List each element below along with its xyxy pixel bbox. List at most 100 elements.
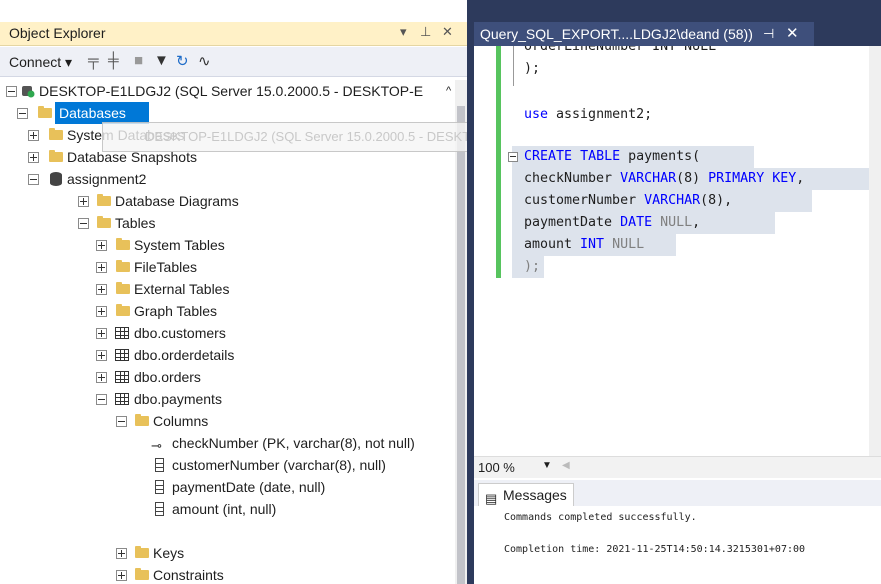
- filter-icon[interactable]: ▼: [154, 52, 169, 69]
- tree-label: dbo.orders: [134, 369, 201, 385]
- object-explorer-panel: Object Explorer ▾ ⊥ ✕ Connect ▾ ╤ ╪ ■ ▼ …: [0, 0, 467, 584]
- tree-node-column-amount[interactable]: amount (int, null): [0, 498, 455, 520]
- expand-icon[interactable]: [28, 152, 39, 163]
- zoom-level[interactable]: 100 %: [478, 460, 515, 475]
- stop-icon[interactable]: ■: [134, 52, 143, 69]
- code-line: orderLineNumber INT NULL: [524, 46, 716, 58]
- pin-icon[interactable]: ⊥: [420, 24, 431, 40]
- expand-icon[interactable]: [78, 196, 89, 207]
- document-tab-bar: Query_SQL_EXPORT....LDGJ2\deand (58)) ⊣ …: [474, 22, 881, 46]
- expand-icon[interactable]: [116, 570, 127, 581]
- tree-node-database-diagrams[interactable]: Database Diagrams: [0, 190, 455, 212]
- scrollbar-thumb[interactable]: [457, 106, 465, 584]
- chevron-down-icon[interactable]: ▾: [400, 24, 407, 40]
- query-tab[interactable]: Query_SQL_EXPORT....LDGJ2\deand (58)) ⊣ …: [474, 22, 814, 46]
- tree-node-graph-tables[interactable]: Graph Tables: [0, 300, 455, 322]
- code-line: checkNumber VARCHAR(8) PRIMARY KEY,: [524, 168, 804, 190]
- close-icon[interactable]: ✕: [786, 22, 799, 46]
- tab-messages[interactable]: ▤ Messages: [478, 483, 574, 506]
- code-line: amount INT NULL: [524, 234, 644, 256]
- table-icon: [115, 327, 129, 339]
- tree-node-dbo-payments[interactable]: dbo.payments: [0, 388, 455, 410]
- folder-icon: [116, 260, 130, 272]
- tree-node-keys[interactable]: Keys: [0, 542, 455, 564]
- expand-icon[interactable]: [96, 306, 107, 317]
- scroll-up-icon[interactable]: ^: [446, 80, 451, 102]
- tree-label: Database Diagrams: [115, 193, 239, 209]
- tree-node-column-checknumber[interactable]: ⊸ checkNumber (PK, varchar(8), not null): [0, 432, 455, 454]
- selection-margin: [474, 46, 496, 456]
- expand-icon[interactable]: [116, 548, 127, 559]
- code-line: paymentDate DATE NULL,: [524, 212, 700, 234]
- tree-node-constraints[interactable]: Constraints: [0, 564, 455, 584]
- close-icon[interactable]: ✕: [442, 24, 453, 40]
- expand-icon[interactable]: [28, 130, 39, 141]
- expand-icon[interactable]: [96, 240, 107, 251]
- database-icon: [50, 172, 62, 186]
- collapse-icon[interactable]: [6, 86, 17, 97]
- collapse-icon[interactable]: [96, 394, 107, 405]
- code-text: orderLineNumber INT NULL: [524, 46, 717, 54]
- tree-node-tables[interactable]: Tables: [0, 212, 455, 234]
- scroll-left-icon[interactable]: ◀: [562, 460, 570, 471]
- tree-label: External Tables: [134, 281, 230, 297]
- activity-monitor-icon[interactable]: ∿: [198, 52, 211, 70]
- chevron-down-icon[interactable]: ▼: [542, 460, 552, 471]
- expand-icon[interactable]: [96, 284, 107, 295]
- collapse-region-icon[interactable]: [508, 152, 518, 162]
- tree-node-columns[interactable]: Columns: [0, 410, 455, 432]
- tree-node-dbo-customers[interactable]: dbo.customers: [0, 322, 455, 344]
- collapse-icon[interactable]: [28, 174, 39, 185]
- message-line: Commands completed successfully.: [504, 512, 697, 523]
- expand-icon[interactable]: [96, 350, 107, 361]
- tree-node-system-tables[interactable]: System Tables: [0, 234, 455, 256]
- tree-node-filetables[interactable]: FileTables: [0, 256, 455, 278]
- query-tab-title: Query_SQL_EXPORT....LDGJ2\deand (58)): [480, 26, 753, 42]
- column-icon: [155, 502, 164, 516]
- connect-icon[interactable]: ╤: [88, 52, 99, 69]
- object-explorer-scrollbar[interactable]: [455, 80, 467, 584]
- disconnect-icon[interactable]: ╪: [108, 52, 119, 69]
- code-line: );: [524, 58, 540, 80]
- panel-splitter[interactable]: [467, 0, 474, 584]
- object-explorer-title: Object Explorer: [9, 25, 106, 41]
- tree-label: FileTables: [134, 259, 198, 275]
- folder-icon: [135, 546, 149, 558]
- collapse-icon[interactable]: [17, 108, 28, 119]
- tree-node-server[interactable]: DESKTOP-E1LDGJ2 (SQL Server 15.0.2000.5 …: [0, 80, 455, 102]
- code-null: NULL: [652, 215, 693, 230]
- tree-label: Tables: [115, 215, 156, 231]
- tree-node-assignment2[interactable]: assignment2: [0, 168, 455, 190]
- tree-node-dbo-orders[interactable]: dbo.orders: [0, 366, 455, 388]
- object-explorer-tree: DESKTOP-E1LDGJ2 (SQL Server 15.0.2000.5 …: [0, 80, 455, 584]
- editor-vertical-scrollbar[interactable]: [869, 46, 881, 456]
- code-null: NULL: [604, 237, 645, 252]
- tree-node-column-paymentdate[interactable]: paymentDate (date, null): [0, 476, 455, 498]
- expand-icon[interactable]: [96, 262, 107, 273]
- folder-icon: [38, 106, 52, 118]
- refresh-icon[interactable]: ↻: [176, 52, 189, 70]
- tree-node-external-tables[interactable]: External Tables: [0, 278, 455, 300]
- table-icon: [115, 393, 129, 405]
- connect-label: Connect: [9, 54, 62, 70]
- tab-messages-label: Messages: [503, 487, 567, 503]
- tree-node-dbo-orderdetails[interactable]: dbo.orderdetails: [0, 344, 455, 366]
- code-text: );: [524, 259, 541, 274]
- editor-top-strip: [474, 0, 881, 22]
- column-icon: [155, 458, 164, 472]
- object-explorer-titlebar: Object Explorer ▾ ⊥ ✕: [0, 22, 467, 46]
- expand-icon[interactable]: [96, 328, 107, 339]
- folder-icon: [97, 216, 111, 228]
- tree-label: System Tables: [134, 237, 225, 253]
- results-tab-bar: ▤ Messages: [474, 480, 881, 506]
- tree-node-column-customernumber[interactable]: customerNumber (varchar(8), null): [0, 454, 455, 476]
- collapse-icon[interactable]: [78, 218, 89, 229]
- sql-editor[interactable]: orderLineNumber INT NULL ); use assignme…: [474, 46, 881, 456]
- tree-node-databases[interactable]: Databases: [0, 102, 455, 124]
- tree-label: Columns: [153, 413, 209, 429]
- code-text: (8): [676, 171, 709, 186]
- pin-icon[interactable]: ⊣: [763, 22, 774, 46]
- expand-icon[interactable]: [96, 372, 107, 383]
- collapse-icon[interactable]: [116, 416, 127, 427]
- connect-button[interactable]: Connect ▾: [9, 54, 72, 71]
